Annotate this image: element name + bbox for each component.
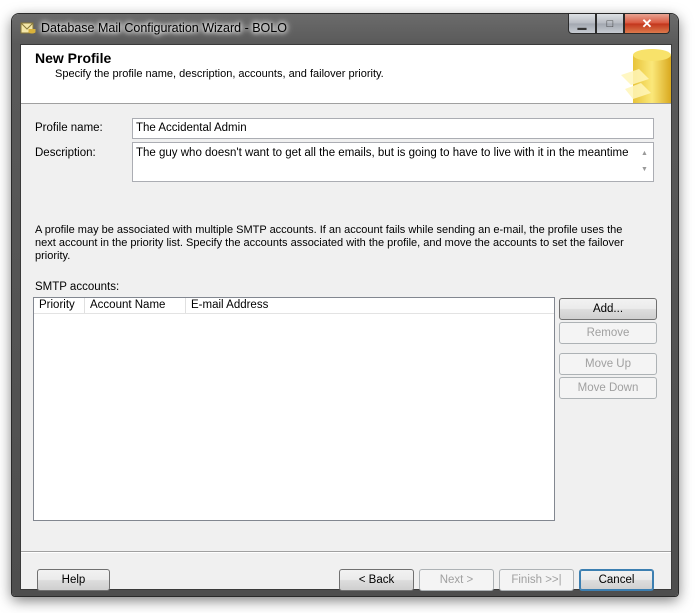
smtp-accounts-list[interactable]: Priority Account Name E-mail Address [33,297,555,521]
next-button[interactable]: Next > [419,569,494,591]
maximize-button[interactable]: □ [596,14,624,34]
description-label: Description: [35,147,96,159]
column-account-name[interactable]: Account Name [85,298,186,313]
profile-name-input[interactable]: The Accidental Admin [132,118,654,139]
scroll-down-arrow-icon[interactable]: ▼ [641,163,648,177]
page-title: New Profile [35,50,112,66]
wizard-window: Database Mail Configuration Wizard - BOL… [12,14,678,596]
move-up-button[interactable]: Move Up [559,353,657,375]
description-scrollbar[interactable]: ▲ ▼ [638,144,652,180]
database-mail-banner-icon [621,49,671,103]
page-subtitle: Specify the profile name, description, a… [55,68,384,80]
back-button[interactable]: < Back [339,569,414,591]
remove-account-button[interactable]: Remove [559,322,657,344]
close-button[interactable]: ✕ [624,14,670,34]
wizard-header: New Profile Specify the profile name, de… [21,45,671,104]
finish-button[interactable]: Finish >>| [499,569,574,591]
smtp-accounts-label: SMTP accounts: [35,281,120,293]
title-bar[interactable]: Database Mail Configuration Wizard - BOL… [12,14,678,44]
profile-info-text: A profile may be associated with multipl… [35,224,624,262]
column-priority[interactable]: Priority [34,298,85,313]
column-email-address[interactable]: E-mail Address [186,298,391,313]
add-account-button[interactable]: Add... [559,298,657,320]
window-title: Database Mail Configuration Wizard - BOL… [41,21,287,35]
wizard-body: New Profile Specify the profile name, de… [20,44,672,591]
profile-name-label: Profile name: [35,122,103,134]
help-button[interactable]: Help [37,569,110,591]
database-mail-app-icon [20,22,36,34]
description-text: The guy who doesn't want to get all the … [136,147,629,159]
scroll-up-arrow-icon[interactable]: ▲ [641,147,648,161]
cancel-button[interactable]: Cancel [579,569,654,591]
move-down-button[interactable]: Move Down [559,377,657,399]
minimize-button[interactable]: ▁ [568,14,596,34]
footer-divider [21,551,671,553]
description-textarea[interactable]: The guy who doesn't want to get all the … [132,142,654,182]
smtp-accounts-column-header: Priority Account Name E-mail Address [34,298,554,314]
